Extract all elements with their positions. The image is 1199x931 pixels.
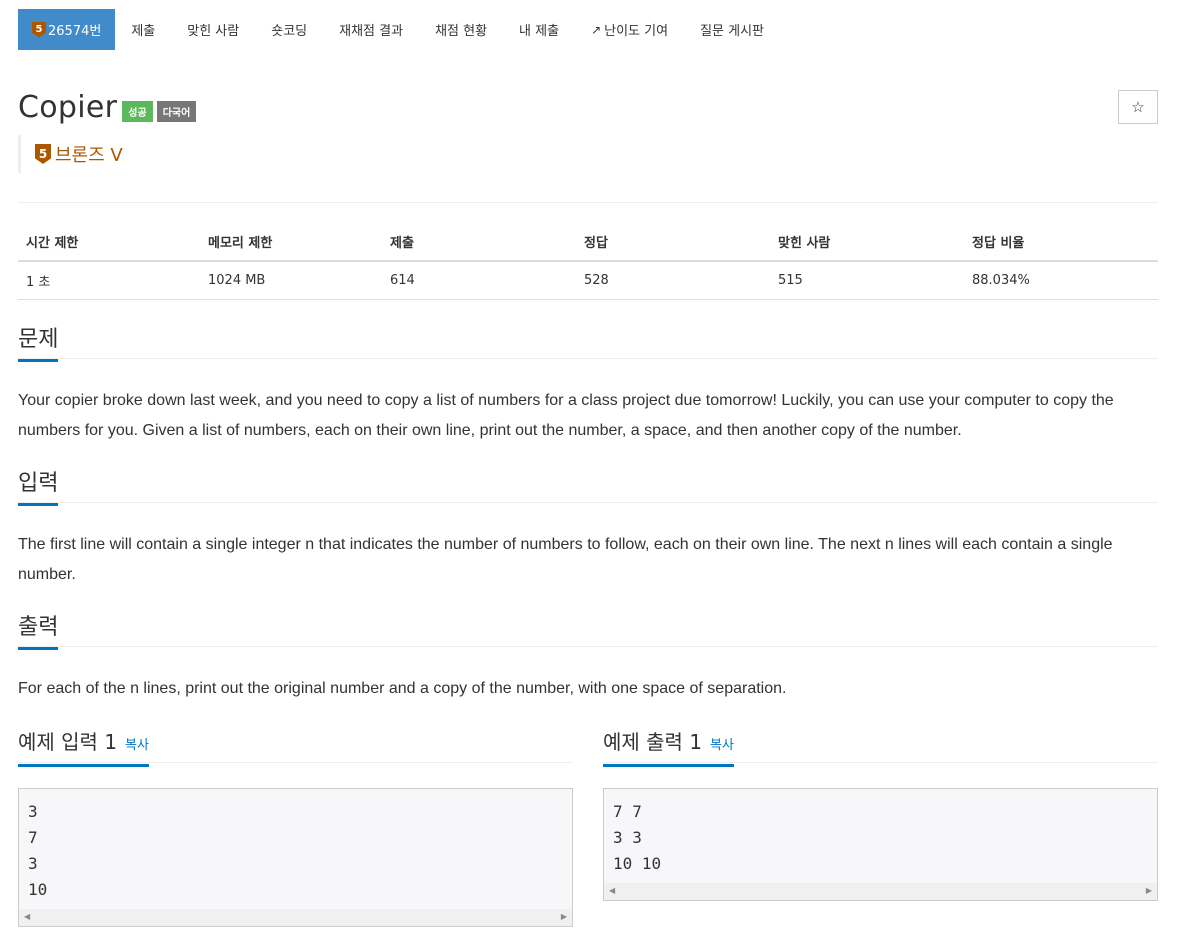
- table-header-row: 시간 제한 메모리 제한 제출 정답 맞힌 사람 정답 비율: [18, 222, 1158, 262]
- nav-problem-number[interactable]: 5 26574번: [18, 9, 116, 50]
- multilingual-badge: 다국어: [156, 101, 197, 122]
- nav-label: 맞힌 사람: [187, 24, 240, 39]
- horizontal-scrollbar[interactable]: ◀ ▶: [19, 909, 572, 926]
- sample-output-section: 예제 출력 1 복사 7 7 3 3 10 10 ◀ ▶: [603, 727, 1158, 901]
- sample-title: 예제 입력 1 복사: [18, 727, 149, 767]
- section-headline: 출력: [18, 613, 1158, 650]
- table-cell: 528: [576, 261, 770, 300]
- nav-label: 제출: [131, 24, 156, 39]
- scroll-left-icon[interactable]: ◀: [24, 912, 30, 921]
- nav-status[interactable]: 채점 현황: [419, 9, 503, 50]
- section-title: 문제: [18, 325, 59, 362]
- sample-output-title: 예제 출력 1: [603, 730, 703, 754]
- table-cell: 1024 MB: [200, 261, 382, 300]
- table-header: 제출: [382, 222, 576, 262]
- scroll-right-icon[interactable]: ▶: [1146, 886, 1152, 895]
- problem-nav: 5 26574번 제출 맞힌 사람 숏코딩 재채점 결과 채점 현황 내 제출 …: [18, 9, 780, 50]
- nav-label: 재채점 결과: [339, 24, 404, 39]
- sample-title: 예제 출력 1 복사: [603, 727, 734, 767]
- section-input: 입력 The first line will contain a single …: [18, 469, 1158, 590]
- sample-input-box: 3 7 3 10 ◀ ▶: [18, 788, 573, 927]
- section-headline: 입력: [18, 469, 1158, 506]
- table-cell: 88.034%: [964, 261, 1158, 300]
- output-description-text: For each of the n lines, print out the o…: [18, 680, 787, 697]
- section-headline: 예제 출력 1 복사: [603, 727, 1158, 767]
- tier-name: 브론즈 V: [55, 145, 123, 166]
- sample-output-text: 7 7 3 3 10 10: [613, 802, 662, 873]
- scroll-right-icon[interactable]: ▶: [561, 912, 567, 921]
- nav-rejudge-results[interactable]: 재채점 결과: [323, 9, 419, 50]
- nav-label: 난이도 기여: [604, 24, 669, 39]
- table-header: 정답: [576, 222, 770, 262]
- scroll-left-icon[interactable]: ◀: [609, 886, 615, 895]
- nav-question-board[interactable]: 질문 게시판: [684, 9, 780, 50]
- favorite-button[interactable]: ☆: [1118, 90, 1158, 124]
- nav-label: 숏코딩: [271, 24, 308, 39]
- bronze-tier-icon: 5: [32, 21, 46, 38]
- section-title: 출력: [18, 613, 59, 650]
- problem-tier: 5 브론즈 V: [18, 135, 123, 173]
- horizontal-scrollbar[interactable]: ◀ ▶: [604, 883, 1157, 900]
- external-link-icon: ↗: [591, 22, 602, 37]
- section-output: 출력 For each of the n lines, print out th…: [18, 613, 1158, 704]
- sample-output-box: 7 7 3 3 10 10 ◀ ▶: [603, 788, 1158, 901]
- problem-title-row: Copier 성공 다국어: [18, 90, 197, 125]
- table-row: 1 초 1024 MB 614 528 515 88.034%: [18, 261, 1158, 300]
- page-title: Copier: [18, 90, 118, 125]
- sample-input-section: 예제 입력 1 복사 3 7 3 10 ◀ ▶: [18, 727, 573, 927]
- table-header: 메모리 제한: [200, 222, 382, 262]
- section-headline: 예제 입력 1 복사: [18, 727, 573, 767]
- bronze-tier-icon: 5: [35, 144, 51, 164]
- page: 5 26574번 제출 맞힌 사람 숏코딩 재채점 결과 채점 현황 내 제출 …: [0, 0, 1199, 931]
- nav-short-coding[interactable]: 숏코딩: [255, 9, 323, 50]
- nav-my-submissions[interactable]: 내 제출: [503, 9, 575, 50]
- copy-button[interactable]: 복사: [710, 738, 734, 753]
- sample-input-title: 예제 입력 1: [18, 730, 118, 754]
- problem-description-text: Your copier broke down last week, and yo…: [18, 392, 1114, 439]
- problem-info-table: 시간 제한 메모리 제한 제출 정답 맞힌 사람 정답 비율 1 초 1024 …: [18, 222, 1158, 300]
- section-headline: 문제: [18, 325, 1158, 362]
- divider: [18, 202, 1158, 203]
- table-cell: 1 초: [18, 261, 200, 300]
- nav-submit[interactable]: 제출: [115, 9, 171, 50]
- table-cell: 515: [770, 261, 964, 300]
- section-description: 문제 Your copier broke down last week, and…: [18, 325, 1158, 446]
- star-icon: ☆: [1131, 98, 1145, 116]
- nav-label: 채점 현황: [435, 24, 488, 39]
- nav-label: 26574번: [48, 24, 102, 39]
- nav-solvers[interactable]: 맞힌 사람: [171, 9, 255, 50]
- nav-label: 내 제출: [519, 24, 560, 39]
- table-header: 정답 비율: [964, 222, 1158, 262]
- nav-difficulty-contribution[interactable]: ↗ 난이도 기여: [575, 9, 684, 50]
- nav-label: 질문 게시판: [700, 24, 764, 39]
- status-badge-success: 성공: [122, 101, 153, 122]
- copy-button[interactable]: 복사: [125, 738, 149, 753]
- section-title: 입력: [18, 469, 59, 506]
- table-header: 시간 제한: [18, 222, 200, 262]
- table-cell: 614: [382, 261, 576, 300]
- sample-input-text: 3 7 3 10: [28, 802, 48, 899]
- table-header: 맞힌 사람: [770, 222, 964, 262]
- input-description-text: The first line will contain a single int…: [18, 536, 1113, 583]
